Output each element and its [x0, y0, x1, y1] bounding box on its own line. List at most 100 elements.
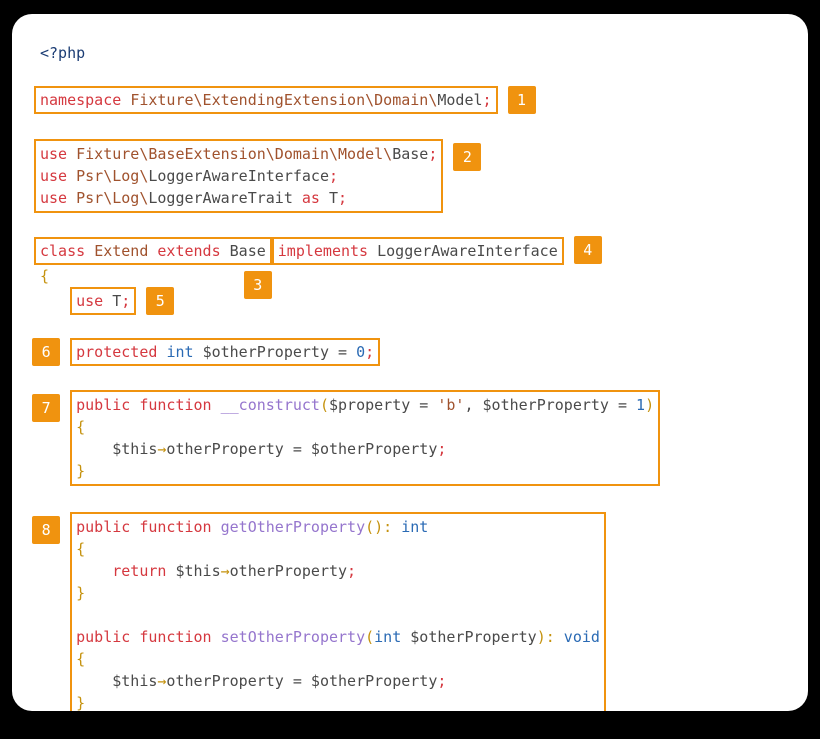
- code-token-id: Base: [230, 242, 266, 260]
- code-line: protected int $otherProperty = 0;6: [40, 338, 784, 366]
- code-token-kw: use: [40, 145, 67, 163]
- code-blank-line: [40, 366, 784, 388]
- annotation-box-8: public function getOtherProperty(): int{…: [70, 512, 606, 712]
- code-line: {: [76, 538, 600, 560]
- code-line: [76, 604, 600, 626]
- code-token-ns: Psr\Log\: [76, 189, 148, 207]
- code-token-id: =: [284, 440, 311, 458]
- code-token-id: [67, 189, 76, 207]
- annotation-badge-4: 4: [574, 236, 602, 264]
- code-token-id: [212, 628, 221, 646]
- code-line: use Psr\Log\LoggerAwareTrait as T;: [40, 187, 437, 209]
- code-blank-line: [40, 64, 784, 86]
- code-blank-line: [40, 215, 784, 237]
- code-token-id: [76, 562, 112, 580]
- code-token-punc: }: [76, 584, 85, 602]
- code-token-str: 'b': [437, 396, 464, 414]
- code-token-id: [121, 91, 130, 109]
- code-token-punc: →: [221, 562, 230, 580]
- code-token-punc: :: [383, 518, 392, 536]
- code-token-id: [85, 242, 94, 260]
- code-token-punc: {: [76, 418, 85, 436]
- code-line: public function __construct($property = …: [76, 394, 654, 416]
- code-token-kw: ;: [338, 189, 347, 207]
- code-token-id: [555, 628, 564, 646]
- annotation-box-4: implements LoggerAwareInterface: [272, 237, 564, 265]
- code-token-id: [473, 396, 482, 414]
- code-token-kw: function: [139, 518, 211, 536]
- code-token-id: $this: [112, 440, 157, 458]
- code-token-kw: namespace: [40, 91, 121, 109]
- code-line: }: [76, 460, 654, 482]
- code-token-punc: (: [365, 628, 374, 646]
- code-token-kw: function: [139, 396, 211, 414]
- code-blank-line: [40, 316, 784, 338]
- code-line: use Psr\Log\LoggerAwareInterface;: [40, 165, 437, 187]
- code-token-id: [130, 396, 139, 414]
- code-token-id: [194, 343, 203, 361]
- annotation-badge-6: 6: [32, 338, 60, 366]
- code-token-fn: setOtherProperty: [221, 628, 366, 646]
- code-token-id: otherProperty: [166, 440, 283, 458]
- code-token-kw: return: [112, 562, 166, 580]
- code-token-id: $property: [329, 396, 410, 414]
- code-token-type: int: [374, 628, 401, 646]
- code-token-id: $otherProperty: [410, 628, 536, 646]
- code-token-ns: Fixture\ExtendingExtension\Domain\: [130, 91, 437, 109]
- code-token-kw: function: [139, 628, 211, 646]
- code-token-id: $otherProperty: [203, 343, 329, 361]
- code-token-kw: use: [40, 189, 67, 207]
- code-token-id: [130, 628, 139, 646]
- code-blank-line: [40, 488, 784, 510]
- code-token-ns: Fixture\BaseExtension\Domain\Model\: [76, 145, 392, 163]
- code-card: <?phpnamespace Fixture\ExtendingExtensio…: [12, 14, 808, 711]
- code-token-id: [221, 242, 230, 260]
- code-token-ns: Extend: [94, 242, 148, 260]
- code-token-kw: ;: [121, 292, 130, 310]
- annotation-box-1: namespace Fixture\ExtendingExtension\Dom…: [34, 86, 498, 114]
- code-token-kw: protected: [76, 343, 157, 361]
- page-background: <?phpnamespace Fixture\ExtendingExtensio…: [0, 14, 820, 711]
- code-token-type: void: [564, 628, 600, 646]
- code-token-id: [368, 242, 377, 260]
- annotation-badge-3: 3: [244, 271, 272, 299]
- annotation-badge-1: 1: [508, 86, 536, 114]
- code-token-fn: getOtherProperty: [221, 518, 366, 536]
- annotation-box-6: protected int $otherProperty = 0;6: [70, 338, 380, 366]
- code-token-id: LoggerAwareInterface: [148, 167, 329, 185]
- code-token-kw: public: [76, 518, 130, 536]
- code-token-kw: ;: [437, 440, 446, 458]
- code-token-id: [212, 396, 221, 414]
- code-token-id: =: [329, 343, 356, 361]
- code-line: class Extend extends Base3implements Log…: [40, 237, 784, 266]
- code-line: {: [76, 648, 600, 670]
- code-token-kw: ;: [483, 91, 492, 109]
- code-token-type: 0: [356, 343, 365, 361]
- code-token-kw: ;: [365, 343, 374, 361]
- code-blank-line: [40, 115, 784, 137]
- code-token-id: $this: [112, 672, 157, 690]
- code-token-id: $this: [175, 562, 220, 580]
- annotation-box-3: class Extend extends Base3: [34, 237, 272, 265]
- annotation-box-row: public function __construct($property = …: [40, 388, 784, 488]
- code-token-punc: {: [76, 540, 85, 558]
- code-token-id: otherProperty: [166, 672, 283, 690]
- code-token-id: =: [410, 396, 437, 414]
- annotation-box-row: use Fixture\BaseExtension\Domain\Model\B…: [40, 137, 784, 215]
- code-line: }: [76, 582, 600, 604]
- code-token-punc: :: [546, 628, 555, 646]
- code-line: }: [76, 692, 600, 712]
- code-line: use Fixture\BaseExtension\Domain\Model\B…: [40, 143, 437, 165]
- code-token-id: [293, 189, 302, 207]
- code-token-id: Model: [437, 91, 482, 109]
- code-token-punc: (): [365, 518, 383, 536]
- code-token-kw: public: [76, 396, 130, 414]
- code-token-type: int: [166, 343, 193, 361]
- code-token-punc: (: [320, 396, 329, 414]
- code-line: return $this→otherProperty;: [76, 560, 600, 582]
- code-line: public function getOtherProperty(): int: [76, 516, 600, 538]
- code-token-ns: Psr\Log\: [76, 167, 148, 185]
- code-token-punc: ): [537, 628, 546, 646]
- code-line: use T;5: [40, 287, 784, 316]
- code-token-id: T: [103, 292, 121, 310]
